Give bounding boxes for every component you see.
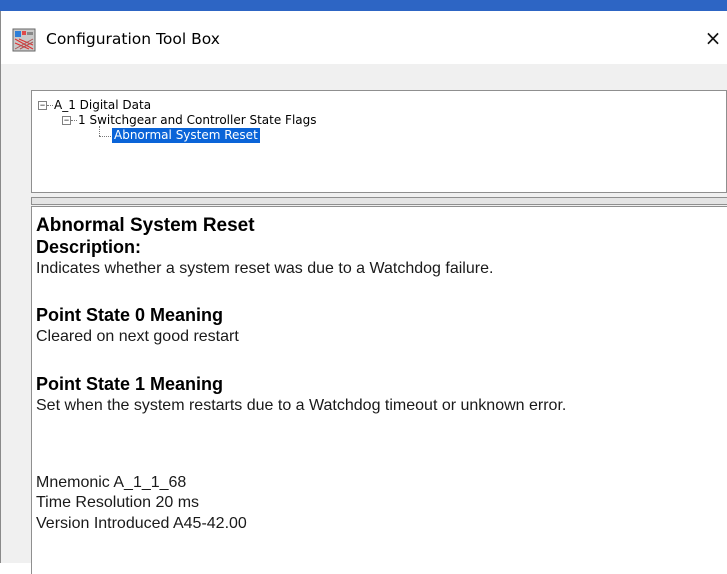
point-state-1-label: Point State 1 Meaning [36, 374, 224, 394]
collapse-toggle-icon[interactable]: − [62, 116, 71, 125]
tree-connector [47, 105, 53, 106]
point-title: Abnormal System Reset [36, 215, 255, 236]
close-button[interactable]: × [699, 21, 727, 55]
tree-connector [71, 120, 77, 121]
description-text: Indicates whether a system reset was due… [36, 260, 494, 277]
collapse-toggle-icon[interactable]: − [38, 101, 47, 110]
version-introduced: Version Introduced A45-42.00 [36, 515, 247, 532]
description-panel: Abnormal System Reset Description: Indic… [31, 206, 727, 574]
point-state-0-text: Cleared on next good restart [36, 328, 239, 345]
window-title: Configuration Tool Box [46, 30, 220, 48]
point-state-0-label: Point State 0 Meaning [36, 305, 224, 325]
panel-splitter[interactable] [31, 197, 727, 205]
taskbar-strip [0, 0, 727, 11]
tree-node-root[interactable]: A_1 Digital Data [54, 98, 151, 113]
mnemonic: Mnemonic A_1_1_68 [36, 474, 187, 491]
time-resolution: Time Resolution 20 ms [36, 494, 200, 511]
tree-node-switchgear[interactable]: 1 Switchgear and Controller State Flags [78, 113, 317, 128]
tree-node-abnormal-system-reset[interactable]: Abnormal System Reset [112, 128, 260, 143]
title-bar[interactable]: Configuration Tool Box × [1, 11, 727, 64]
description-label: Description: [36, 237, 142, 257]
configuration-tool-box-window: Configuration Tool Box × − A_1 Digital D… [0, 11, 727, 574]
app-icon [12, 28, 36, 52]
tree-connector [99, 136, 111, 137]
point-state-1-text: Set when the system restarts due to a Wa… [36, 397, 567, 414]
tree-view[interactable]: − A_1 Digital Data − 1 Switchgear and Co… [31, 90, 727, 193]
tree-connector [99, 126, 100, 136]
